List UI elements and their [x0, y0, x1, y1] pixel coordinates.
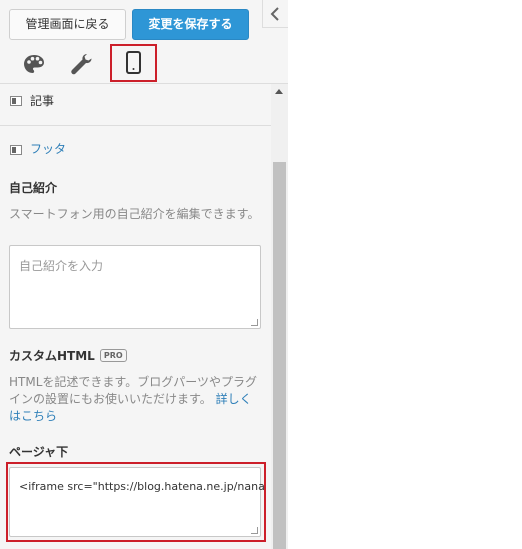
back-to-admin-button[interactable]: 管理画面に戻る — [9, 9, 126, 40]
custom-html-label: カスタムHTML PRO — [9, 348, 127, 365]
custom-html-label-text: カスタムHTML — [9, 349, 95, 363]
article-section-icon — [10, 96, 22, 106]
tab-design[interactable] — [19, 50, 49, 78]
custom-html-description: HTMLを記述できます。ブログパーツやプラグインの設置にもお使いいただけます。 … — [9, 374, 261, 425]
save-changes-button[interactable]: 変更を保存する — [132, 9, 249, 40]
pro-badge: PRO — [99, 349, 127, 362]
preview-area — [288, 0, 522, 549]
toolbar: 管理画面に戻る 変更を保存する — [0, 0, 288, 84]
tab-customize[interactable] — [66, 50, 96, 78]
chevron-left-icon — [270, 7, 279, 21]
collapse-panel-button[interactable] — [262, 0, 288, 28]
footer-section-icon — [10, 145, 22, 155]
profile-placeholder: 自己紹介を入力 — [19, 259, 104, 273]
section-footer[interactable]: フッタ — [0, 127, 271, 167]
section-footer-label: フッタ — [30, 142, 67, 156]
resize-handle-icon[interactable] — [251, 319, 258, 326]
smartphone-icon — [126, 51, 141, 74]
scrollbar[interactable] — [271, 84, 288, 549]
scrollbar-thumb[interactable] — [273, 162, 286, 549]
profile-description: スマートフォン用の自己紹介を編集できます。 — [9, 207, 260, 221]
highlight-outline — [6, 462, 266, 542]
profile-textarea[interactable]: 自己紹介を入力 — [9, 245, 261, 329]
scroll-up-arrow-icon[interactable] — [275, 89, 283, 94]
customize-panel: 管理画面に戻る 変更を保存する 記事 フッタ 自己紹介 スマートフォン用の自己紹… — [0, 0, 288, 549]
section-article[interactable]: 記事 — [0, 84, 271, 126]
profile-label: 自己紹介 — [9, 181, 58, 195]
section-article-label: 記事 — [30, 94, 55, 108]
page-bottom-label: ページャ下 — [9, 445, 69, 459]
tab-smartphone[interactable] — [110, 44, 157, 82]
wrench-icon — [71, 54, 92, 75]
palette-icon — [24, 55, 44, 73]
